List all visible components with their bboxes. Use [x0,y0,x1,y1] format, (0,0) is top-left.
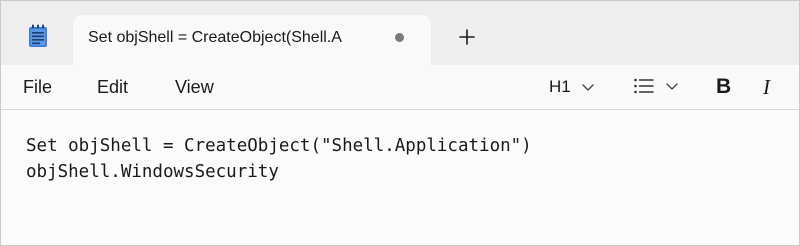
menu-file[interactable]: File [23,77,52,98]
unsaved-dot-icon [395,33,404,42]
editor-line: Set objShell = CreateObject("Shell.Appli… [26,136,532,156]
bold-icon: B [716,75,732,98]
menu-view[interactable]: View [175,77,214,98]
italic-icon: I [763,75,770,99]
notepad-window: Set objShell = CreateObject(Shell.A File… [0,0,800,246]
chevron-down-icon [666,83,678,90]
bold-button[interactable]: B [716,75,731,99]
heading-dropdown[interactable]: H1 [549,77,595,97]
heading-label: H1 [549,77,571,96]
editor-line: objShell.WindowsSecurity [26,162,279,182]
chevron-down-icon [582,84,594,91]
plus-icon [459,29,475,45]
title-bar: Set objShell = CreateObject(Shell.A [1,1,799,65]
text-editor[interactable]: Set objShell = CreateObject("Shell.Appli… [1,110,799,245]
italic-button[interactable]: I [763,75,770,100]
notepad-icon [29,24,47,47]
menu-edit[interactable]: Edit [97,77,128,98]
menu-bar: File Edit View H1 B I [1,65,799,109]
new-tab-button[interactable] [455,25,479,49]
bulleted-list-icon [634,78,654,94]
tab-title: Set objShell = CreateObject(Shell.A [88,29,342,46]
list-dropdown[interactable] [633,77,679,95]
tab-document[interactable]: Set objShell = CreateObject(Shell.A [73,15,431,65]
